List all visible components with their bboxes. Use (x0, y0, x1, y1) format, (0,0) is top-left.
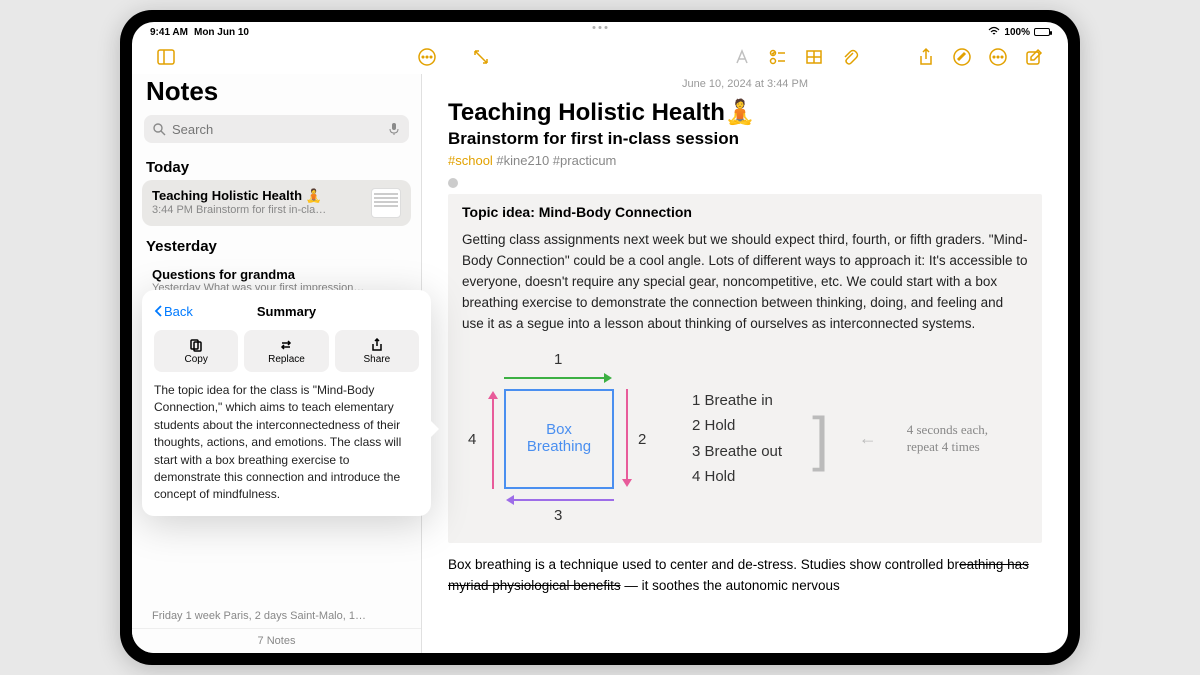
note-thumbnail (371, 188, 401, 218)
search-input[interactable] (172, 122, 381, 137)
wifi-icon (988, 26, 1000, 39)
note-item-teaching[interactable]: Teaching Holistic Health 🧘 3:44 PM Brain… (142, 180, 411, 226)
expand-icon[interactable] (471, 47, 491, 67)
popover-title: Summary (257, 304, 316, 319)
compose-icon[interactable] (1024, 47, 1044, 67)
steps-list: 1 Breathe in 2 Hold 3 Breathe out 4 Hold (692, 388, 782, 490)
bracket-icon: ] (812, 409, 829, 469)
section-yesterday: Yesterday (132, 232, 421, 259)
battery-icon (1034, 28, 1050, 36)
ipad-device: 9:41 AM Mon Jun 10 100% (120, 10, 1080, 665)
toolbar (132, 40, 1068, 74)
arrow-left-icon: ← (859, 428, 877, 449)
chevron-left-icon (154, 305, 162, 317)
status-bar: 9:41 AM Mon Jun 10 100% (132, 22, 1068, 40)
section-today: Today (132, 153, 421, 180)
replace-icon (279, 338, 293, 352)
share-button[interactable]: Share (335, 330, 419, 372)
note-subtitle: Brainstorm for first in-class session (448, 129, 1042, 149)
sidebar-title: Notes (132, 74, 421, 115)
note-item-title: Teaching Holistic Health 🧘 (152, 188, 363, 204)
screen: 9:41 AM Mon Jun 10 100% (132, 22, 1068, 653)
more-icon[interactable] (988, 47, 1008, 67)
copy-icon (189, 338, 203, 352)
copy-button[interactable]: Copy (154, 330, 238, 372)
battery-percent: 100% (1004, 27, 1030, 38)
note-tags: #school #kine210 #practicum (448, 153, 1042, 168)
sidebar: Notes Today Teaching Holistic Health 🧘 3… (132, 74, 422, 653)
note-item-subtitle: 3:44 PM Brainstorm for first in-cla… (152, 204, 363, 216)
multitask-dots[interactable] (593, 26, 608, 29)
attachment-icon[interactable] (840, 47, 860, 67)
label-3: 3 (554, 507, 562, 524)
checklist-icon[interactable] (768, 47, 788, 67)
share-action-icon (370, 338, 384, 352)
label-4: 4 (468, 431, 476, 448)
topic-section: Topic idea: Mind-Body Connection Getting… (448, 194, 1042, 543)
replace-button[interactable]: Replace (244, 330, 328, 372)
table-icon[interactable] (804, 47, 824, 67)
bullet-marker (448, 178, 458, 188)
note-item-title: Questions for grandma (152, 267, 401, 282)
note-date: June 10, 2024 at 3:44 PM (448, 74, 1042, 98)
topic-body: Getting class assignments next week but … (462, 230, 1028, 335)
closing-paragraph: Box breathing is a technique used to cen… (448, 555, 1042, 597)
more-circle-icon[interactable] (417, 47, 437, 67)
steps-note: 4 seconds each, repeat 4 times (907, 422, 988, 456)
search-field[interactable] (144, 115, 409, 143)
label-1: 1 (554, 351, 562, 368)
label-2: 2 (638, 431, 646, 448)
summary-text: The topic idea for the class is "Mind-Bo… (154, 382, 419, 504)
note-editor[interactable]: June 10, 2024 at 3:44 PM Teaching Holist… (422, 74, 1068, 653)
tag-school[interactable]: #school (448, 153, 493, 168)
share-icon[interactable] (916, 47, 936, 67)
status-date: Mon Jun 10 (194, 27, 249, 38)
search-icon (152, 122, 166, 136)
sidebar-footer: 7 Notes (132, 628, 421, 653)
box-breathing-sketch: Box Breathing 1 2 3 4 (462, 349, 1028, 529)
tags-rest[interactable]: #kine210 #practicum (493, 153, 617, 168)
mic-icon[interactable] (387, 122, 401, 136)
sidebar-toggle-icon[interactable] (156, 47, 176, 67)
back-button[interactable]: Back (154, 304, 193, 319)
markup-icon[interactable] (952, 47, 972, 67)
summary-popover: Back Summary Copy Replace (142, 290, 431, 516)
note-item-trip[interactable]: Friday 1 week Paris, 2 days Saint-Malo, … (142, 604, 411, 628)
note-title: Teaching Holistic Health🧘 (448, 98, 1042, 127)
box-square: Box Breathing (504, 389, 614, 489)
topic-title: Topic idea: Mind-Body Connection (462, 204, 1028, 220)
text-format-icon[interactable] (732, 47, 752, 67)
status-time: 9:41 AM (150, 27, 188, 38)
